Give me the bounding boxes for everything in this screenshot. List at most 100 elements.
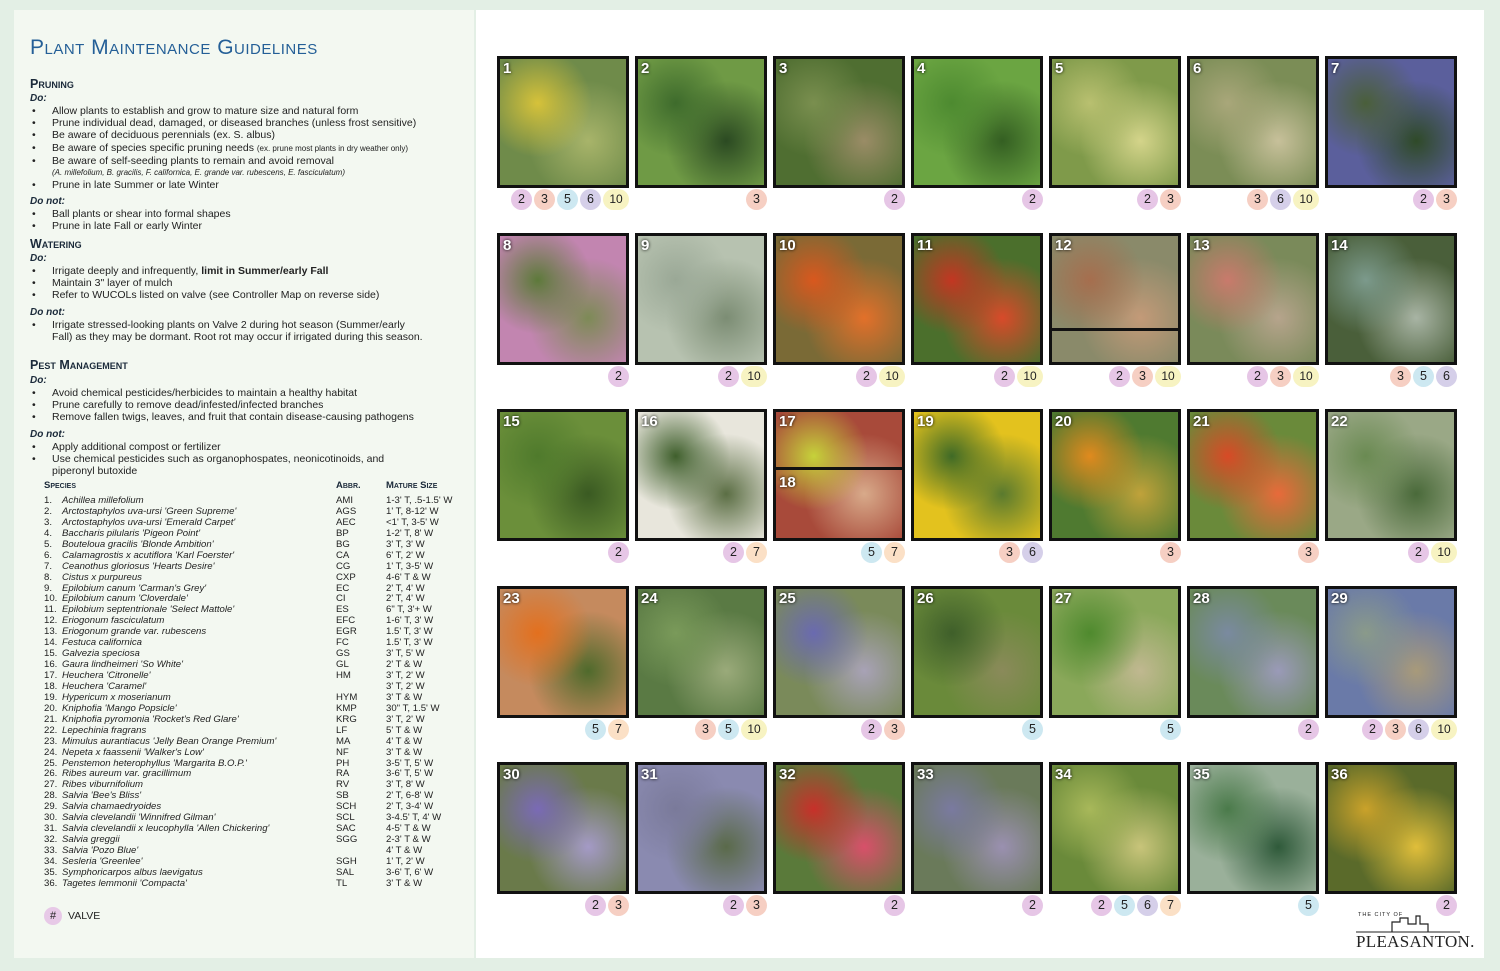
table-row: 23. Mimulus aurantiacus 'Jelly Bean Orang… — [44, 735, 464, 748]
valve-badges: 27 — [635, 542, 767, 564]
valve-badges: 2 — [911, 189, 1043, 211]
valve-badge: 10 — [879, 366, 905, 387]
list-item: Be aware of deciduous perennials (ex. S.… — [30, 129, 460, 141]
plant-photo-32: 32 — [773, 762, 905, 894]
species-name: Mimulus aurantiacus 'Jelly Bean Orange P… — [62, 735, 277, 747]
valve-badge: 3 — [1390, 366, 1411, 387]
plant-photo-7: 7 — [1325, 56, 1457, 188]
logo-subtitle: THE CITY OF — [1358, 912, 1404, 918]
plant-number: 28 — [1193, 590, 1210, 607]
plant-number: 9 — [641, 237, 650, 254]
plant-number: 13 — [1193, 237, 1210, 254]
valve-badge: 2 — [1413, 189, 1434, 210]
list-item-continuation: piperonyl butoxide — [52, 465, 138, 478]
plant-photo-3: 3 — [773, 56, 905, 188]
species-name: Lepechinia fragrans — [62, 724, 147, 736]
plant-photo-21: 21 — [1187, 409, 1319, 541]
list-item: Be aware of species specific pruning nee… — [30, 142, 460, 155]
plant-photo-35: 35 — [1187, 762, 1319, 894]
species-number: 36. — [44, 877, 58, 889]
valve-badge: 2 — [1022, 895, 1043, 916]
valve-badges: 3 — [1049, 542, 1181, 564]
valve-badges: 36 — [911, 542, 1043, 564]
pruning-heading: Pruning — [30, 77, 74, 91]
valve-badge: 3 — [608, 895, 629, 916]
valve-badge: 10 — [741, 719, 767, 740]
list-item: Allow plants to establish and grow to ma… — [30, 105, 460, 117]
valve-badge: 7 — [1160, 895, 1181, 916]
list-item: Refer to WUCOLs listed on valve (see Con… — [30, 289, 460, 301]
pest-donot-label: Do not: — [30, 429, 65, 440]
plant-number: 14 — [1331, 237, 1348, 254]
species-abbr: CXP — [336, 571, 356, 583]
species-number: 22. — [44, 724, 58, 736]
plant-photo-29: 29 — [1325, 586, 1457, 718]
valve-badges: 3 — [1187, 542, 1319, 564]
valve-badge: 6 — [1137, 895, 1158, 916]
plant-number: 10 — [779, 237, 796, 254]
valve-badge: 5 — [1160, 719, 1181, 740]
valve-badge: 5 — [861, 542, 882, 563]
valve-badge: 5 — [718, 719, 739, 740]
species-name: Tagetes lemmonii 'Compacta' — [62, 877, 187, 889]
list-item-note: (A. millefolium, B. gracilis, F. califor… — [52, 168, 345, 178]
plant-number: 23 — [503, 590, 520, 607]
species-abbr: CA — [336, 549, 350, 561]
table-row: 22. Lepechinia fragrans LF 5' T & W — [44, 724, 464, 737]
valve-badge: 2 — [1022, 189, 1043, 210]
list-item-note: (ex. prune most plants in dry weather on… — [256, 143, 409, 153]
species-name: Calamagrostis x acutiflora 'Karl Foerste… — [62, 549, 235, 561]
pest-do-label: Do: — [30, 375, 47, 386]
plant-photo-31: 31 — [635, 762, 767, 894]
valve-badge: 3 — [746, 895, 767, 916]
valve-badges: 57 — [497, 719, 629, 741]
valve-badge: 3 — [534, 189, 555, 210]
plant-number: 35 — [1193, 766, 1210, 783]
species-size: 5' T & W — [386, 724, 423, 736]
valve-badges: 2 3 10 — [1187, 366, 1319, 388]
valve-badge: 7 — [746, 542, 767, 563]
plant-photo-14: 14 — [1325, 233, 1457, 365]
species-number: 8. — [44, 571, 53, 583]
valve-badges: 2 — [497, 542, 629, 564]
plant-number: 18 — [779, 474, 796, 491]
species-abbr: CG — [336, 560, 351, 572]
species-abbr: MA — [336, 735, 351, 747]
species-number: 23. — [44, 735, 58, 747]
valve-badge: 3 — [884, 719, 905, 740]
list-item: Avoid chemical pesticides/herbicides to … — [30, 387, 460, 399]
valve-badge: 7 — [608, 719, 629, 740]
valve-badges: 57 — [773, 542, 905, 564]
valve-badge: 6 — [1270, 189, 1291, 210]
plant-photo-22: 22 — [1325, 409, 1457, 541]
valve-badges: 23 — [1049, 189, 1181, 211]
valve-badge: 3 — [1385, 719, 1406, 740]
plant-photo-2: 2 — [635, 56, 767, 188]
valve-badge: 2 — [856, 366, 877, 387]
plant-photo-16: 16 — [635, 409, 767, 541]
table-row: 24. Nepeta x faassenii 'Walker's Low' NF 3'… — [44, 746, 464, 759]
plant-photo-19: 19 — [911, 409, 1043, 541]
plant-photo-15: 15 — [497, 409, 629, 541]
valve-badges: 2 — [773, 189, 905, 211]
list-item: Be aware of self-seeding plants to remai… — [30, 155, 460, 167]
list-item: Maintain 3" layer of mulch — [30, 277, 460, 289]
plant-photo-33: 33 — [911, 762, 1043, 894]
valve-badge: 3 — [1160, 542, 1181, 563]
species-number: 24. — [44, 746, 58, 758]
list-item: Prune in late Summer or late Winter — [30, 179, 460, 191]
valve-badge: 6 — [1436, 366, 1457, 387]
valve-badges: 3 5 10 — [635, 719, 767, 741]
plant-number: 31 — [641, 766, 658, 783]
plant-photo-26: 26 — [911, 586, 1043, 718]
plant-number: 12 — [1055, 237, 1072, 254]
list-item: Use chemical pesticides such as organoph… — [30, 453, 460, 465]
valve-badge: 5 — [585, 719, 606, 740]
plant-photo-23: 23 — [497, 586, 629, 718]
plant-number: 11 — [917, 237, 933, 254]
valve-badges: 356 — [1325, 366, 1457, 388]
valve-badge: 5 — [1022, 719, 1043, 740]
list-item-text: Be aware of species specific pruning nee… — [52, 141, 254, 154]
pruning-do-label: Do: — [30, 93, 47, 104]
valve-badge: 2 — [585, 895, 606, 916]
